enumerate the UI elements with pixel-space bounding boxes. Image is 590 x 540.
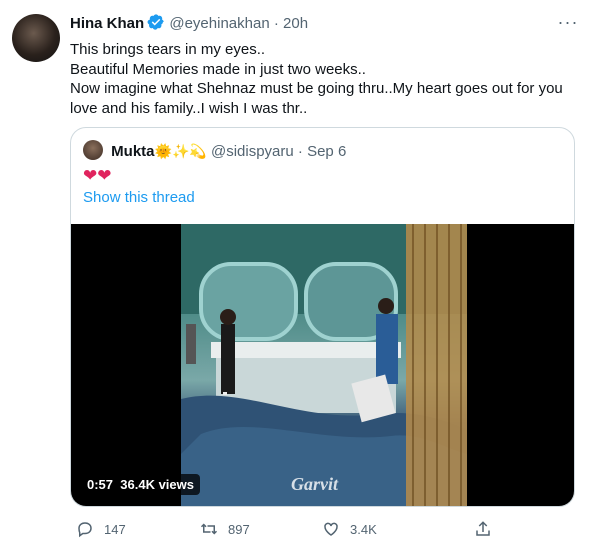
quoted-author-emojis: 🌞✨💫: [154, 143, 207, 159]
tweet-line: Beautiful Memories made in just two week…: [70, 60, 366, 78]
quoted-author-name: Mukta: [111, 143, 155, 160]
reply-icon: [78, 522, 92, 538]
tweet-header: Hina Khan @eyehinakhan · 20h: [70, 13, 308, 35]
quoted-author-avatar: [83, 140, 103, 160]
verified-badge-icon: [147, 13, 165, 35]
video-views: 36.4K views: [120, 477, 194, 492]
quoted-tweet-date: · Sep 6: [297, 143, 347, 160]
video-duration-badge: 0:57 36.4K views: [81, 474, 200, 495]
video-player[interactable]: Garvit 0:57 36.4K views: [71, 224, 574, 506]
author-handle[interactable]: @eyehinakhan: [169, 15, 269, 32]
video-watermark: Garvit: [291, 474, 338, 494]
more-options-icon[interactable]: ···: [556, 12, 580, 36]
quoted-tweet-text: ❤❤: [83, 166, 112, 185]
author-name[interactable]: Hina Khan: [70, 15, 144, 32]
retweet-icon: [200, 523, 218, 535]
reply-button[interactable]: 147: [76, 520, 126, 538]
reply-count: 147: [104, 522, 126, 537]
like-count: 3.4K: [350, 522, 377, 537]
tweet-text: This brings tears in my eyes.. Beautiful…: [70, 40, 580, 118]
quoted-author-handle: @sidispyaru: [210, 143, 294, 160]
tweet-line: This brings tears in my eyes..: [70, 41, 266, 58]
quoted-tweet[interactable]: Mukta🌞✨💫 @sidispyaru · Sep 6 ❤❤ Show thi…: [70, 127, 575, 507]
quoted-tweet-header: Mukta🌞✨💫 @sidispyaru · Sep 6: [83, 140, 346, 160]
tweet-actions: 147 897 3.4K: [70, 520, 580, 540]
retweet-count: 897: [228, 522, 250, 537]
author-avatar[interactable]: [12, 14, 60, 62]
video-frame: Garvit: [181, 224, 467, 506]
show-thread-link[interactable]: Show this thread: [83, 189, 195, 206]
retweet-button[interactable]: 897: [200, 520, 250, 538]
tweet-time[interactable]: · 20h: [274, 15, 308, 32]
tweet-line: Now imagine what Shehnaz must be going t…: [70, 80, 563, 97]
like-icon: [324, 522, 338, 536]
video-duration: 0:57: [87, 477, 114, 492]
share-icon: [476, 521, 490, 536]
like-button[interactable]: 3.4K: [322, 520, 377, 538]
tweet-line: love and his family..I wish I was thr..: [70, 99, 308, 117]
share-button[interactable]: [474, 520, 502, 538]
